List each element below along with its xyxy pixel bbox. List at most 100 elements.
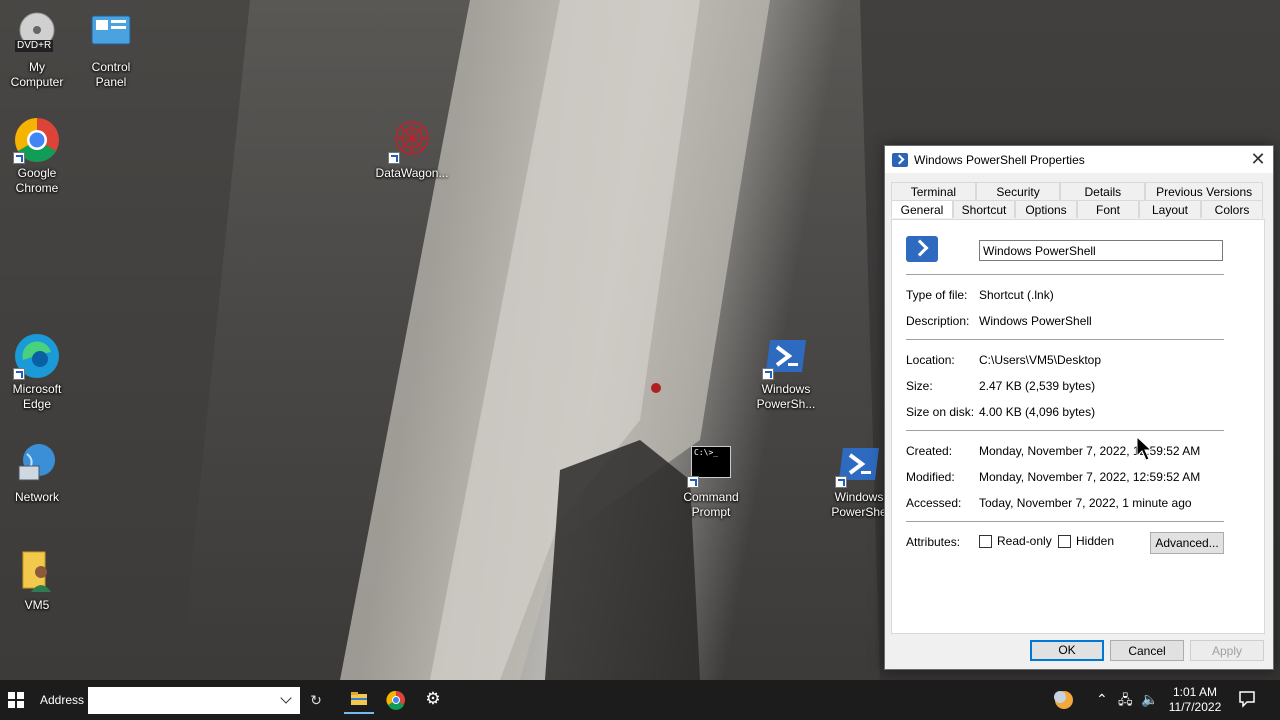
tab-security[interactable]: Security [975,182,1061,200]
dvd-drive-icon: DVD+R [13,10,61,58]
refresh-icon[interactable]: ↻ [304,687,328,714]
control-panel-image-icon [87,10,135,58]
datawagon-icon[interactable]: DataWagon... [375,116,449,181]
microsoft-edge-icon[interactable]: Microsoft Edge [0,332,74,412]
divider [906,430,1224,431]
clock-date: 11/7/2022 [1168,700,1222,714]
network-globe-icon [13,440,61,488]
description-label: Description: [906,314,970,328]
chevron-up-icon[interactable]: ⌃ [1096,691,1108,708]
type-value: Shortcut (.lnk) [979,288,1054,302]
volume-icon[interactable]: 🔈 [1141,691,1158,708]
icon-label: Command [683,490,739,504]
powershell-title-icon [892,152,908,167]
tab-strip: Terminal Security Details Previous Versi… [891,182,1264,218]
icon-label: VM5 [24,598,50,612]
powershell-file-icon [906,236,938,262]
created-label: Created: [906,444,953,458]
tab-colors[interactable]: Colors [1201,200,1263,218]
divider [906,274,1224,275]
vm5-user-folder-icon[interactable]: VM5 [0,548,74,613]
tab-font[interactable]: Font [1077,200,1139,218]
system-clock[interactable]: 1:01 AM 11/7/2022 [1166,685,1224,715]
location-label: Location: [906,353,955,367]
modified-label: Modified: [906,470,955,484]
file-name-field[interactable] [979,240,1223,261]
powershell-logo-icon [762,332,810,380]
icon-label: DataWagon... [375,166,449,180]
tab-terminal[interactable]: Terminal [891,182,976,200]
edge-logo-icon [13,332,61,380]
weather-moon-icon[interactable] [1052,688,1076,715]
taskbar: Address ↻ ⚙ ⌃ 🖧 🔈 1:01 AM 11/7/2022 [0,680,1280,720]
network-tray-icon[interactable]: 🖧 [1118,691,1133,713]
dialog-title: Windows PowerShell Properties [914,152,1085,167]
location-value: C:\Users\VM5\Desktop [979,353,1102,367]
size-on-disk-label: Size on disk: [906,405,975,419]
shortcut-arrow-icon [835,476,847,488]
tab-layout[interactable]: Layout [1139,200,1201,218]
datawagon-logo-icon [388,116,436,164]
readonly-checkbox[interactable]: Read-only [979,534,1052,549]
network-icon[interactable]: Network [0,440,74,505]
general-tab-panel: Type of file: Shortcut (.lnk) Descriptio… [891,219,1265,634]
shortcut-arrow-icon [687,476,699,488]
command-prompt-window-icon: C:\>_ [687,440,735,488]
tab-details[interactable]: Details [1060,182,1146,200]
advanced-button[interactable]: Advanced... [1150,532,1224,554]
created-value: Monday, November 7, 2022, 12:59:52 AM [979,444,1201,458]
chrome-logo-icon [13,116,61,164]
icon-label: Chrome [15,181,59,195]
dialog-titlebar[interactable]: Windows PowerShell Properties ✕ [885,146,1273,173]
icon-label: PowerSh... [756,397,816,411]
description-value: Windows PowerShell [979,314,1092,328]
clock-time: 1:01 AM [1172,685,1218,699]
my-computer-icon[interactable]: DVD+R My Computer [0,10,74,90]
tab-general[interactable]: General [891,200,953,218]
address-bar[interactable] [88,687,300,714]
cancel-button[interactable]: Cancel [1110,640,1184,661]
divider [906,521,1224,522]
tab-previous-versions[interactable]: Previous Versions [1145,182,1264,200]
shortcut-arrow-icon [13,152,25,164]
icon-label: Computer [10,75,64,89]
control-panel-icon[interactable]: Control Panel [74,10,148,90]
icon-label: Windows [761,382,811,396]
hidden-checkbox[interactable]: Hidden [1058,534,1114,549]
user-folder-icon [13,548,61,596]
icon-label: Prompt [691,505,731,519]
start-button[interactable] [8,692,24,708]
divider [906,339,1224,340]
shortcut-arrow-icon [13,368,25,380]
tab-options[interactable]: Options [1015,200,1077,218]
size-on-disk-value: 4.00 KB (4,096 bytes) [979,405,1096,419]
tab-shortcut[interactable]: Shortcut [953,200,1015,218]
close-icon[interactable]: ✕ [1243,149,1273,170]
windows-powershell-icon[interactable]: Windows PowerSh... [749,332,823,412]
readonly-label: Read-only [997,534,1052,548]
tab-row-1: Terminal Security Details Previous Versi… [891,182,1264,200]
address-label: Address [40,693,85,707]
properties-dialog: Windows PowerShell Properties ✕ Terminal… [884,145,1274,670]
attributes-label: Attributes: [906,535,961,549]
address-input[interactable] [88,687,276,712]
dvd-badge: DVD+R [15,40,54,52]
notification-icon[interactable] [1238,690,1256,711]
cmd-screen: C:\>_ [691,446,731,478]
readonly-checkbox-box[interactable] [979,535,992,549]
google-chrome-icon[interactable]: Google Chrome [0,116,74,196]
size-label: Size: [906,379,933,393]
type-label: Type of file: [906,288,968,302]
file-explorer-taskbar-button[interactable] [344,686,374,714]
chrome-taskbar-button[interactable] [381,686,411,714]
apply-button[interactable]: Apply [1190,640,1264,661]
settings-gear-icon[interactable]: ⚙ [418,686,448,714]
windows-logo-icon [8,692,15,699]
powershell-logo-icon [835,440,883,488]
chrome-logo-icon [386,690,405,710]
chevron-down-icon[interactable] [280,692,292,704]
command-prompt-icon[interactable]: C:\>_ Command Prompt [674,440,748,520]
ok-button[interactable]: OK [1030,640,1104,661]
mouse-cursor-icon [1136,436,1152,461]
hidden-checkbox-box[interactable] [1058,535,1071,549]
